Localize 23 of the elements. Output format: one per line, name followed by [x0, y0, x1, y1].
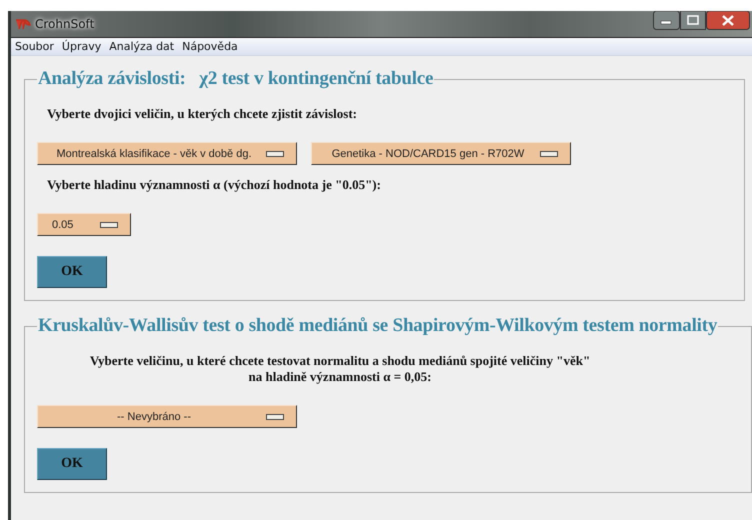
instruction-text: Vyberte hladinu významnosti α (výchozí hodnota je "0.05"):: [47, 177, 382, 193]
section-title: Kruskalův-Wallisův test o shodě mediánů se Shapirovým-Wilkovým testem normality: [37, 315, 718, 337]
dropdown-indicator-icon: [540, 150, 558, 156]
dropdown[interactable]: Montrealská klasifikace - věk v době dg.: [37, 142, 297, 165]
maximize-icon[interactable]: [680, 11, 706, 30]
dropdown-indicator-icon: [266, 414, 284, 420]
dropdown-indicator-icon: [100, 222, 118, 228]
menu-item[interactable]: Nápověda: [178, 40, 242, 53]
close-icon[interactable]: [706, 11, 750, 30]
window-title: CrohnSoft: [35, 17, 94, 31]
menu-item[interactable]: Analýza dat: [105, 40, 178, 53]
menu-item[interactable]: Soubor: [11, 40, 58, 53]
minimize-icon[interactable]: [653, 11, 680, 30]
dropdown[interactable]: 0.05: [37, 213, 131, 236]
instruction-text: Vyberte veličinu, u které chcete testovat normalitu a shodu mediánů spojité veličiny "věk" na hladině významnosti α = 0,05:: [88, 353, 592, 385]
dropdown[interactable]: -- Nevybráno --: [37, 405, 297, 428]
dropdown-indicator-icon: [266, 150, 284, 156]
instruction-text: Vyberte dvojici veličin, u kterých chcete zjistit závislost:: [47, 106, 358, 122]
dropdown[interactable]: Genetika - NOD/CARD15 gen - R702W: [311, 142, 571, 165]
section-title: Analýza závislosti: χ2 test v kontingenční tabulce: [37, 68, 434, 90]
ok-button[interactable]: OK: [37, 448, 107, 480]
ok-button[interactable]: OK: [37, 256, 107, 288]
menu-item[interactable]: Úpravy: [58, 40, 106, 53]
